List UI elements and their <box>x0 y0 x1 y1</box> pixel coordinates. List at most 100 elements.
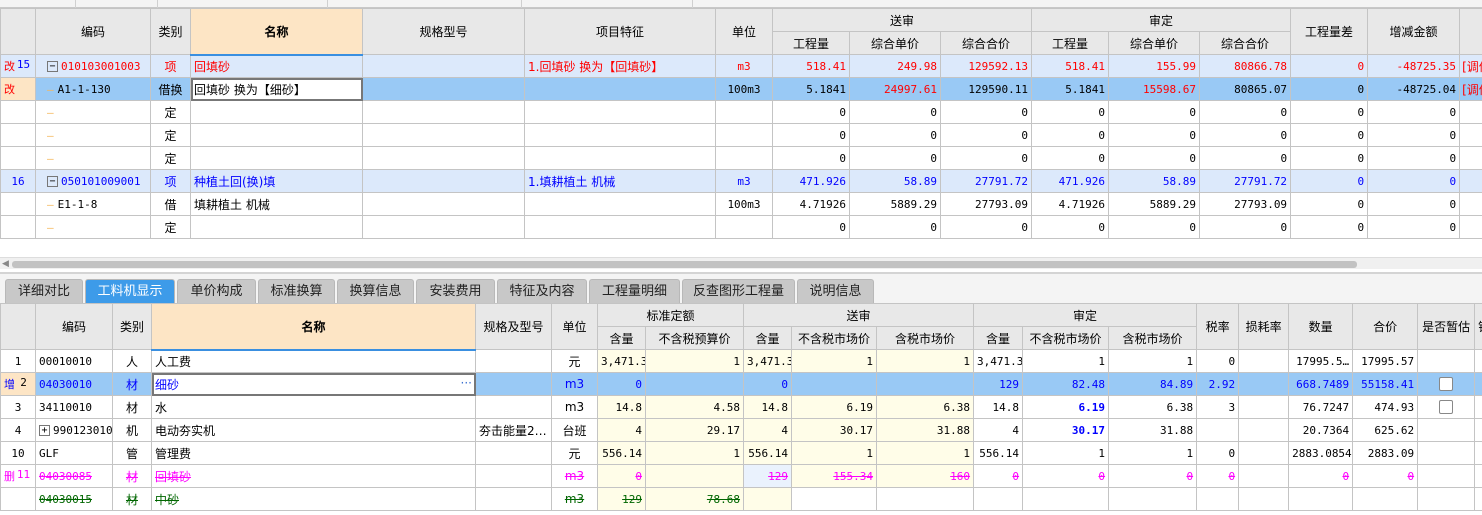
table-row[interactable]: — E1-1-8 借填耕植土 机械 100m3 4.71926 5889.29 27793.… <box>0 192 1482 216</box>
col-header-spec[interactable]: 规格及型号 <box>475 303 552 350</box>
appr-price-ex-cell[interactable]: 1 <box>1022 441 1110 465</box>
row-number[interactable] <box>0 215 36 239</box>
row-number[interactable]: 增2 <box>0 372 36 396</box>
col-header-total[interactable]: 合价 <box>1352 303 1419 350</box>
s-qty-cell[interactable]: 0 <box>772 100 850 124</box>
a-up-cell[interactable]: 5889.29 <box>1108 192 1201 216</box>
table-row[interactable]: 增 2 04030010 材细砂 ··· m3 0 0 129 82.48 84.89 2.92 668… <box>0 372 1482 396</box>
tax-cell[interactable]: 2.92 <box>1196 372 1240 396</box>
diff-cell[interactable]: 0 <box>1290 123 1369 147</box>
spec-cell[interactable] <box>362 54 525 78</box>
a-up-cell[interactable]: 0 <box>1108 100 1201 124</box>
appr-price-in-cell[interactable]: 0 <box>1108 464 1198 488</box>
spec-cell[interactable]: 夯击能量2… <box>475 418 552 442</box>
name-cell[interactable]: 电动夯实机 <box>151 418 476 442</box>
sub-price-in-cell[interactable]: 1 <box>876 441 975 465</box>
feature-cell[interactable] <box>524 192 716 216</box>
a-tp-cell[interactable]: 27793.09 <box>1199 192 1292 216</box>
table-row[interactable]: 3 34110010 材水 m3 14.8 4.58 14.8 6.19 6.38 14.8 6.1… <box>0 395 1482 419</box>
code-cell[interactable]: — <box>35 123 151 147</box>
col-header-submitted-total-price[interactable]: 综合合价 <box>939 31 1033 55</box>
provisional-cell[interactable] <box>1417 418 1476 442</box>
std-price-cell[interactable]: 78.68 <box>644 487 745 511</box>
std-price-cell[interactable] <box>644 464 745 488</box>
col-header-approved-unit-price[interactable]: 综合单价 <box>1108 31 1201 55</box>
spec-cell[interactable] <box>362 215 525 239</box>
name-cell[interactable]: 水 <box>151 395 476 419</box>
sub-price-ex-cell[interactable]: 6.19 <box>791 395 878 419</box>
col-header-feature[interactable]: 项目特征 <box>524 8 716 55</box>
code-cell[interactable]: +990123010 <box>35 418 113 442</box>
col-header-type[interactable]: 类别 <box>150 8 191 55</box>
feature-cell[interactable]: 1.回填砂 换为【回填砂】 <box>524 54 716 78</box>
spec-cell[interactable] <box>475 441 552 465</box>
unit-cell[interactable]: 元 <box>551 441 598 465</box>
sub-price-in-cell[interactable] <box>876 487 975 511</box>
loss-cell[interactable] <box>1238 372 1290 396</box>
col-header-appr-price-in[interactable]: 含税市场价 <box>1108 326 1198 350</box>
type-cell[interactable]: 定 <box>150 215 191 239</box>
code-cell[interactable]: — E1-1-8 <box>35 192 151 216</box>
code-cell[interactable]: — <box>35 146 151 170</box>
spec-cell[interactable] <box>362 100 525 124</box>
code-cell[interactable]: 04030085 <box>35 464 113 488</box>
type-cell[interactable]: 定 <box>150 100 191 124</box>
a-qty-cell[interactable]: 5.1841 <box>1031 77 1110 101</box>
type-cell[interactable]: 借 <box>150 192 191 216</box>
delta-cell[interactable]: 0 <box>1367 192 1461 216</box>
col-header-spec[interactable]: 规格型号 <box>362 8 525 55</box>
name-cell[interactable]: 回填砂 <box>190 54 363 78</box>
type-cell[interactable]: 材 <box>112 372 152 396</box>
tab-2[interactable]: 单价构成 <box>177 279 256 304</box>
sub-qty-cell[interactable]: 129 <box>743 464 793 488</box>
delta-cell[interactable]: -48725.04 <box>1367 77 1461 101</box>
a-tp-cell[interactable]: 0 <box>1199 146 1292 170</box>
code-cell[interactable]: 04030010 <box>35 372 113 396</box>
sub-price-in-cell[interactable]: 160 <box>876 464 975 488</box>
tab-1[interactable]: 工料机显示 <box>85 279 175 304</box>
tab-4[interactable]: 换算信息 <box>337 279 414 304</box>
unit-cell[interactable]: 100m3 <box>715 192 773 216</box>
a-qty-cell[interactable]: 0 <box>1031 146 1110 170</box>
tab-3[interactable]: 标准换算 <box>258 279 335 304</box>
delta-cell[interactable]: 0 <box>1367 146 1461 170</box>
type-cell[interactable]: 项 <box>150 169 191 193</box>
a-qty-cell[interactable]: 0 <box>1031 215 1110 239</box>
row-number[interactable]: 改 15 <box>0 54 36 78</box>
name-cell[interactable]: 种植土回(换)填 <box>190 169 363 193</box>
unit-cell[interactable]: m3 <box>551 395 598 419</box>
name-cell[interactable] <box>190 100 363 124</box>
feature-cell[interactable] <box>524 100 716 124</box>
appr-price-in-cell[interactable]: 31.88 <box>1108 418 1198 442</box>
amount-cell[interactable]: 0 <box>1288 464 1354 488</box>
total-cell[interactable]: 474.93 <box>1352 395 1419 419</box>
col-header-delta[interactable]: 增减金额 <box>1367 8 1461 55</box>
col-header-approved-total-price[interactable]: 综合合价 <box>1199 31 1292 55</box>
table-row[interactable]: — 定 0 0 0 0 0 0 0 0 <box>0 215 1482 239</box>
feature-cell[interactable] <box>524 123 716 147</box>
loss-cell[interactable] <box>1238 464 1290 488</box>
sub-price-ex-cell[interactable]: 1 <box>791 441 878 465</box>
s-qty-cell[interactable]: 0 <box>772 146 850 170</box>
col-header-qty-diff[interactable]: 工程量差 <box>1290 8 1369 55</box>
name-cell[interactable] <box>190 215 363 239</box>
delta-cell[interactable]: 0 <box>1367 169 1461 193</box>
diff-cell[interactable]: 0 <box>1290 54 1369 78</box>
type-cell[interactable]: 定 <box>150 146 191 170</box>
tax-cell[interactable] <box>1196 487 1240 511</box>
std-price-cell[interactable] <box>644 372 745 396</box>
row-number[interactable] <box>0 192 36 216</box>
sub-qty-cell[interactable]: 556.14 <box>743 441 793 465</box>
total-cell[interactable]: 55158.41 <box>1352 372 1419 396</box>
type-cell[interactable]: 借换 <box>150 77 191 101</box>
appr-qty-cell[interactable] <box>973 487 1024 511</box>
tab-7[interactable]: 工程量明细 <box>589 279 680 304</box>
s-tp-cell[interactable]: 129590.11 <box>939 77 1033 101</box>
total-cell[interactable]: 17995.57 <box>1352 349 1419 373</box>
name-cell[interactable]: 中砂 <box>151 487 476 511</box>
table-row[interactable]: 删 11 04030085 材回填砂 m3 0 129 155.34 160 0 0 0 0 0 0 <box>0 464 1482 488</box>
col-header-sub-price-in[interactable]: 含税市场价 <box>876 326 975 350</box>
spec-cell[interactable] <box>362 123 525 147</box>
code-cell[interactable]: 04030015 <box>35 487 113 511</box>
name-cell[interactable]: 管理费 <box>151 441 476 465</box>
